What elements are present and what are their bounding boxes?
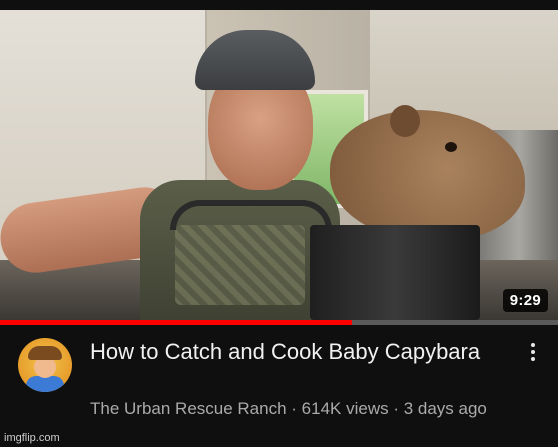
duration-badge: 9:29 — [502, 289, 548, 312]
meta-separator: · — [286, 399, 302, 418]
video-title[interactable]: How to Catch and Cook Baby Capybara — [90, 338, 500, 366]
more-dot — [531, 343, 535, 347]
video-thumbnail[interactable]: 9:29 — [0, 10, 558, 320]
thumbnail-pot-handle — [170, 200, 332, 230]
thumbnail-capybara-ear — [390, 105, 420, 137]
channel-avatar[interactable] — [18, 338, 72, 392]
view-count: 614K views — [301, 399, 389, 418]
avatar-hat — [28, 346, 62, 360]
more-dot — [531, 357, 535, 361]
thumbnail-pot — [310, 225, 480, 320]
more-options-icon[interactable] — [524, 340, 542, 364]
thumbnail-shirt-print — [175, 225, 305, 305]
watch-progress-fill — [0, 320, 352, 325]
meta-separator: · — [388, 399, 404, 418]
thumbnail-capybara-eye — [445, 142, 457, 152]
channel-name[interactable]: The Urban Rescue Ranch — [90, 399, 287, 418]
video-meta: The Urban Rescue Ranch · 614K views · 3 … — [90, 397, 520, 420]
upload-age: 3 days ago — [403, 399, 487, 418]
avatar-shirt — [26, 376, 64, 392]
watermark: imgflip.com — [4, 432, 60, 444]
more-dot — [531, 350, 535, 354]
thumbnail-cap — [195, 30, 315, 90]
watch-progress-bar — [0, 320, 558, 325]
